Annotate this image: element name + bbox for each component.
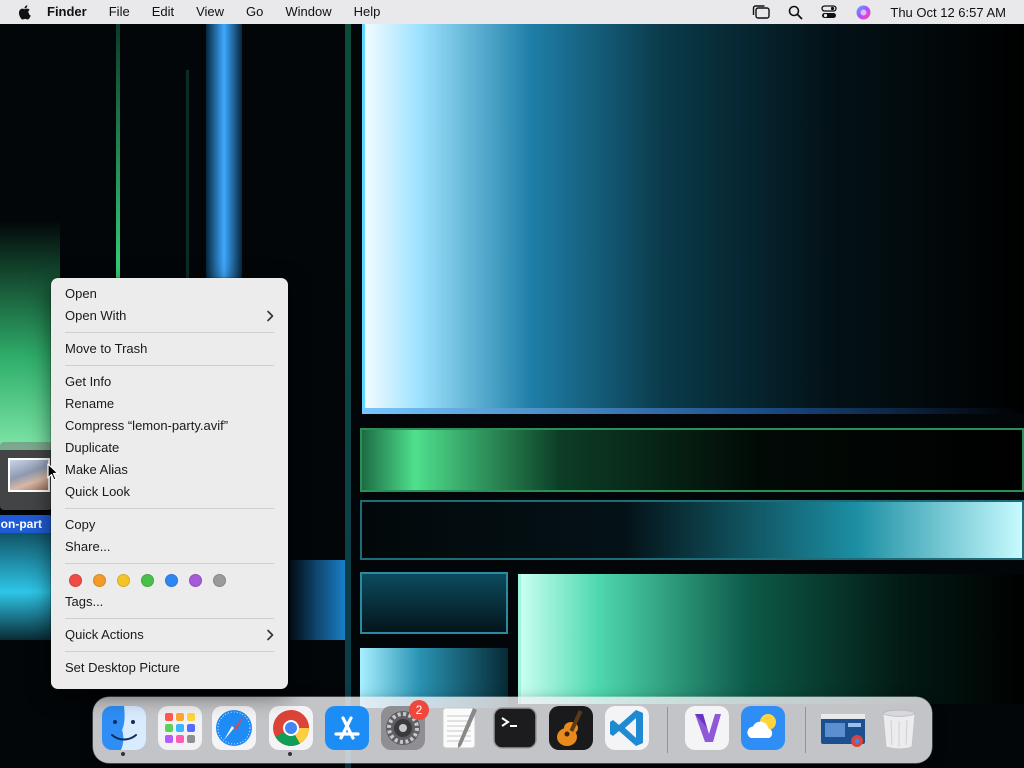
dock-terminal[interactable] xyxy=(491,704,539,752)
terminal-icon xyxy=(493,707,537,749)
menu-clock[interactable]: Thu Oct 12 6:57 AM xyxy=(890,5,1006,20)
apple-menu-icon[interactable] xyxy=(17,4,33,20)
file-context-menu: Open Open With Move to Trash Get Info Re… xyxy=(51,278,288,689)
dock-chrome[interactable] xyxy=(267,704,315,756)
chevron-right-icon xyxy=(267,310,274,322)
menu-item-label: Set Desktop Picture xyxy=(65,660,180,675)
running-indicator xyxy=(288,752,292,756)
menu-item-copy[interactable]: Copy xyxy=(51,514,288,536)
garageband-icon xyxy=(549,706,593,750)
menu-item-open[interactable]: Open xyxy=(51,283,288,305)
file-name-label[interactable]: mon-part xyxy=(0,515,52,533)
menu-item-label: Rename xyxy=(65,396,115,411)
menu-item-duplicate[interactable]: Duplicate xyxy=(51,437,288,459)
dock-finder[interactable] xyxy=(100,704,148,756)
menu-item-open-with[interactable]: Open With xyxy=(51,305,288,327)
dock-chrome-window[interactable] xyxy=(819,704,867,752)
tag-color-red[interactable] xyxy=(69,573,82,587)
menu-go[interactable]: Go xyxy=(235,0,274,24)
spotlight-search-icon[interactable] xyxy=(786,4,804,20)
menu-item-move-to-trash[interactable]: Move to Trash xyxy=(51,338,288,360)
app-store-icon xyxy=(325,706,369,750)
control-center-icon[interactable] xyxy=(820,4,838,20)
menu-item-make-alias[interactable]: Make Alias xyxy=(51,459,288,481)
file-name-text: mon-part xyxy=(0,517,42,531)
menu-item-label: Quick Look xyxy=(65,484,131,499)
menu-help[interactable]: Help xyxy=(343,0,392,24)
dock-app-store[interactable] xyxy=(323,704,371,752)
chrome-icon xyxy=(269,706,313,750)
menu-item-set-desktop-picture[interactable]: Set Desktop Picture xyxy=(51,657,288,679)
dock-launchpad[interactable] xyxy=(156,704,204,752)
safari-icon xyxy=(212,706,256,750)
menu-item-get-info[interactable]: Get Info xyxy=(51,371,288,393)
menu-separator xyxy=(65,618,274,619)
vscode-icon xyxy=(605,706,649,750)
menu-separator xyxy=(65,365,274,366)
menu-item-label: Compress “lemon-party.avif” xyxy=(65,418,229,433)
dock-safari[interactable] xyxy=(210,704,258,752)
dock-garageband[interactable] xyxy=(547,704,595,752)
dock: 2 xyxy=(93,697,932,763)
file-thumbnail[interactable] xyxy=(8,458,50,492)
tag-color-blue[interactable] xyxy=(165,573,178,587)
tag-color-gray[interactable] xyxy=(213,573,226,587)
tag-color-row xyxy=(51,569,288,591)
menu-item-compress[interactable]: Compress “lemon-party.avif” xyxy=(51,415,288,437)
menu-window[interactable]: Window xyxy=(274,0,342,24)
dock-weather[interactable] xyxy=(739,704,787,752)
menu-separator xyxy=(65,508,274,509)
menu-item-label: Share... xyxy=(65,539,111,554)
menu-file[interactable]: File xyxy=(98,0,141,24)
menu-view[interactable]: View xyxy=(185,0,235,24)
dock-trash[interactable] xyxy=(875,704,923,752)
weather-icon xyxy=(741,706,785,750)
dock-system-settings[interactable]: 2 xyxy=(379,700,429,752)
menu-item-label: Quick Actions xyxy=(65,627,144,642)
chevron-right-icon xyxy=(267,629,274,641)
menu-item-label: Get Info xyxy=(65,374,112,389)
menu-separator xyxy=(65,563,274,564)
menu-separator xyxy=(65,332,274,333)
textedit-icon xyxy=(442,707,477,749)
stage-manager-icon[interactable] xyxy=(752,4,771,20)
menu-item-label: Move to Trash xyxy=(65,341,148,356)
menu-separator xyxy=(65,651,274,652)
dock-separator xyxy=(805,707,806,753)
tag-color-green[interactable] xyxy=(141,573,154,587)
chrome-window-thumbnail-icon xyxy=(821,714,865,747)
visual-studio-icon xyxy=(685,706,729,750)
menu-item-label: Duplicate xyxy=(65,440,120,455)
menu-item-label: Copy xyxy=(65,517,96,532)
menu-bar: Finder File Edit View Go Window Help Thu… xyxy=(0,0,1024,24)
dock-visual-studio[interactable] xyxy=(683,704,731,752)
menu-edit[interactable]: Edit xyxy=(141,0,185,24)
launchpad-icon xyxy=(158,706,202,750)
menu-item-label: Open With xyxy=(65,308,127,323)
menu-item-rename[interactable]: Rename xyxy=(51,393,288,415)
menu-item-tags[interactable]: Tags... xyxy=(51,591,288,613)
tag-color-yellow[interactable] xyxy=(117,573,130,587)
dock-vscode[interactable] xyxy=(603,704,651,752)
menu-item-share[interactable]: Share... xyxy=(51,536,288,558)
menu-app-name[interactable]: Finder xyxy=(39,0,98,24)
trash-icon xyxy=(882,709,916,750)
menu-item-label: Tags... xyxy=(65,594,104,609)
notification-badge: 2 xyxy=(409,700,429,720)
menu-item-quick-actions[interactable]: Quick Actions xyxy=(51,624,288,646)
running-indicator xyxy=(121,752,125,756)
dock-textedit[interactable] xyxy=(435,704,483,752)
tag-color-purple[interactable] xyxy=(189,573,202,587)
menu-item-label: Open xyxy=(65,286,97,301)
siri-icon[interactable] xyxy=(854,4,872,20)
finder-icon xyxy=(102,706,146,750)
menu-item-quick-look[interactable]: Quick Look xyxy=(51,481,288,503)
mouse-pointer-icon xyxy=(47,463,59,481)
menu-item-label: Make Alias xyxy=(65,462,128,477)
tag-color-orange[interactable] xyxy=(93,573,106,587)
dock-separator xyxy=(667,707,668,753)
